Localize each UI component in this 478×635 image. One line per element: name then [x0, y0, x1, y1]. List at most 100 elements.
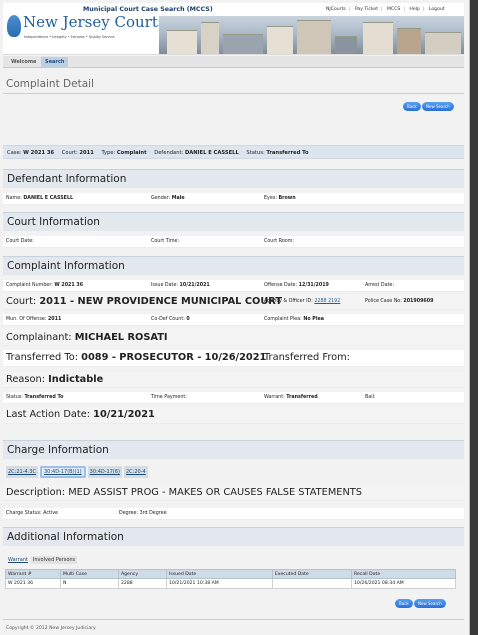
complaint-row-3: Mun. Of Offense: 2011 Co-Def Count: 0 Co…: [3, 314, 464, 326]
name-field: Name: DANIEL E CASSELL: [6, 196, 74, 201]
col-recall-date: Recall Date: [351, 569, 456, 579]
divider: [3, 93, 464, 94]
charge-tab-4[interactable]: 2C:20-4: [123, 466, 148, 478]
charge-tab-1[interactable]: 2C:21-4.3C: [6, 466, 38, 478]
charge-tab-3[interactable]: 30:4D-17(6): [87, 466, 122, 478]
defendant-row: Name: DANIEL E CASSELL Gender: Male Eyes…: [3, 193, 464, 205]
transferred-to-field: Transferred To: 0089 - PROSECUTOR - 10/2…: [6, 352, 267, 363]
new-search-button[interactable]: New Search: [422, 102, 454, 111]
seal-icon: [7, 15, 21, 37]
link-help[interactable]: Help: [406, 7, 422, 12]
footer-divider: [3, 619, 464, 620]
cell-recall-date: 10/26/2021 08:34 AM: [351, 578, 456, 589]
charge-status-field: Charge Status: Active: [6, 511, 59, 516]
court-value: 2011: [79, 150, 94, 156]
court-heading: Court Information: [3, 212, 464, 231]
case-summary-bar: Case: W 2021 36 Court: 2011 Type: Compla…: [3, 145, 464, 159]
type-label: Type:: [101, 150, 116, 156]
gender-field: Gender: Male: [151, 196, 185, 201]
cell-agency: 2288: [118, 578, 167, 589]
tab-search[interactable]: Search: [41, 57, 69, 67]
last-action-row: Last Action Date: 10/21/2021: [3, 407, 464, 424]
case-label: Case:: [7, 150, 22, 156]
case-value: W 2021 36: [23, 150, 55, 156]
col-issued-date: Issued Date: [166, 569, 273, 579]
top-links: NJCourts | Pay Ticket | MCCS | Help | Logout: [323, 7, 448, 12]
type-value: Complaint: [116, 150, 147, 156]
charge-heading: Charge Information: [3, 440, 464, 459]
court-time-field: Court Time:: [151, 239, 180, 244]
additional-tabs: Warrant Involved Persons: [6, 556, 78, 564]
complaint-row-2: Court: 2011 - NEW PROVIDENCE MUNICIPAL C…: [3, 294, 464, 310]
new-search-button-bottom[interactable]: New Search: [414, 599, 446, 608]
complaint-heading: Complaint Information: [3, 256, 464, 275]
court-date-field: Court Date:: [6, 239, 34, 244]
logo-text: New Jersey Courts: [23, 13, 166, 31]
link-pay-ticket[interactable]: Pay Ticket: [352, 7, 381, 12]
charge-tabs: 2C:21-4.3C 30:4D-17(B)(1) 30:4D-17(6) 2C:20…: [6, 466, 150, 480]
complaint-number-field: Complaint Number: W 2021 36: [6, 283, 84, 288]
complainant-field: Complainant: MICHAEL ROSATI: [6, 332, 168, 343]
link-logout[interactable]: Logout: [426, 7, 448, 12]
defendant-label: Defendant:: [154, 150, 184, 156]
transfer-row: Transferred To: 0089 - PROSECUTOR - 10/2…: [3, 350, 464, 367]
window-edge: [470, 0, 478, 635]
charge-description-row: Description: MED ASSIST PROG - MAKES OR …: [3, 485, 464, 501]
nav-bar: Welcome Search: [3, 56, 464, 68]
browser-page: Municipal Court Case Search (MCCS) NJCou…: [0, 0, 470, 635]
degree-field: Degree: 3rd Degree: [119, 511, 167, 516]
col-warrant: Warrant #: [5, 569, 61, 579]
col-executed-date: Executed Date: [272, 569, 352, 579]
complainant-row: Complainant: MICHAEL ROSATI: [3, 330, 464, 346]
muni-offense-field: Mun. Of Offense: 2011: [6, 317, 62, 322]
link-njcourts[interactable]: NJCourts: [323, 7, 349, 12]
charge-tab-2[interactable]: 30:4D-17(B)(1): [39, 466, 86, 478]
defendant-value: DANIEL E CASSELL: [184, 150, 239, 156]
nj-courts-logo[interactable]: New Jersey Courts Independence • Integri…: [7, 13, 166, 53]
bail-field: Bail:: [365, 395, 376, 400]
additional-heading: Additional Information: [3, 527, 464, 546]
court-row: Court Date: Court Time: Court Room:: [3, 236, 464, 248]
link-mccs[interactable]: MCCS: [384, 7, 403, 12]
cell-warrant: W 2021 36: [5, 578, 61, 589]
page-title: Complaint Detail: [6, 78, 94, 90]
cell-multi-case: N: [60, 578, 119, 589]
app-title: Municipal Court Case Search (MCCS): [83, 6, 213, 13]
tab-warrant[interactable]: Warrant: [6, 556, 30, 564]
offense-date-field: Offense Date: 12/31/2019: [264, 283, 329, 288]
police-case-field: Police Case No: 201909609: [365, 299, 434, 304]
col-multi-case: Multi Case: [60, 569, 119, 579]
tab-involved-persons[interactable]: Involved Persons: [30, 556, 78, 564]
complaint-status-field: Status: Transferred To: [6, 395, 64, 400]
time-payment-field: Time Payment:: [151, 395, 187, 400]
back-button-bottom[interactable]: Back: [395, 599, 413, 608]
status-row: Status: Transferred To Time Payment: War…: [3, 392, 464, 404]
reason-row: Reason: Indictable: [3, 372, 464, 388]
issue-date-field: Issue Date: 10/21/2021: [151, 283, 210, 288]
logo-tagline: Independence • Integrity • Fairness • Qu…: [24, 35, 115, 39]
header-banner-image: [159, 16, 464, 54]
eyes-field: Eyes: Brown: [264, 196, 296, 201]
defendant-heading: Defendant Information: [3, 169, 464, 188]
tab-welcome[interactable]: Welcome: [7, 57, 40, 67]
complaint-row-1: Complaint Number: W 2021 36 Issue Date: …: [3, 280, 464, 292]
arrest-date-field: Arrest Date:: [365, 283, 394, 288]
cell-issued-date: 10/21/2021 10:38 AM: [166, 578, 273, 589]
agency-officer-field: Agency & Officer ID: 2288 2192: [264, 299, 341, 304]
complaint-court: Court: 2011 - NEW PROVIDENCE MUNICIPAL C…: [6, 296, 283, 307]
status-value: Transferred To: [266, 150, 309, 156]
transferred-from-field: Transferred From:: [264, 352, 350, 363]
table-row: W 2021 36 N 2288 10/21/2021 10:38 AM 10/…: [5, 578, 456, 589]
complaint-plea-field: Complaint Plea: No Plea: [264, 317, 324, 322]
charge-description: Description: MED ASSIST PROG - MAKES OR …: [6, 487, 363, 498]
status-label: Status:: [246, 150, 265, 156]
cell-executed-date: [272, 578, 352, 589]
last-action-field: Last Action Date: 10/21/2021: [6, 409, 155, 420]
agency-officer-link[interactable]: 2288 2192: [314, 299, 340, 304]
court-label: Court:: [61, 150, 78, 156]
col-agency: Agency: [118, 569, 167, 579]
back-button[interactable]: Back: [403, 102, 421, 111]
reason-field: Reason: Indictable: [6, 374, 104, 385]
footer-copyright: Copyright © 2012 New Jersey Judiciary: [6, 626, 96, 631]
court-room-field: Court Room:: [264, 239, 294, 244]
